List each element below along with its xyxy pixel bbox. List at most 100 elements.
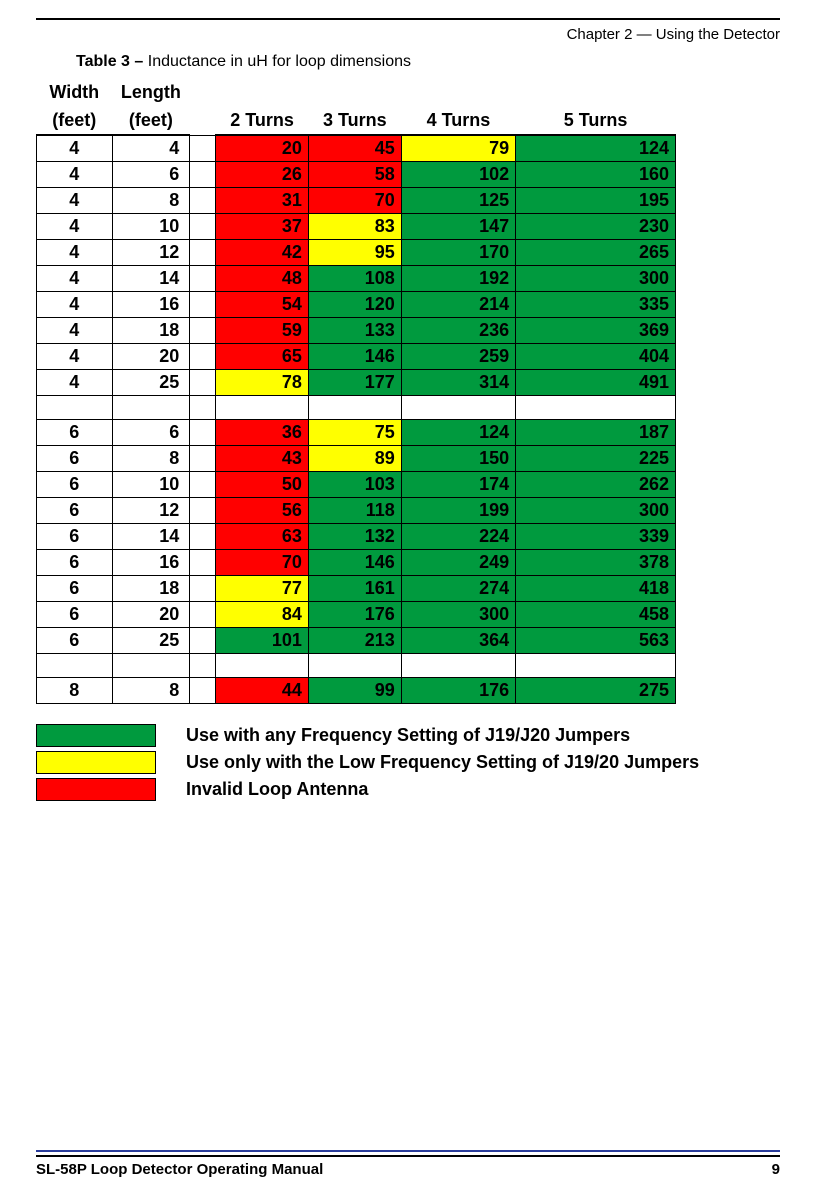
cell-5turns: 225 (516, 446, 676, 472)
cell-width: 4 (37, 162, 113, 188)
cell-4turns: 214 (401, 292, 515, 318)
cell-width: 4 (37, 292, 113, 318)
cell-3turns: 146 (308, 344, 401, 370)
th-2turns: 2 Turns (216, 107, 309, 136)
cell-width: 4 (37, 266, 113, 292)
footer-manual: SL-58P Loop Detector Operating Manual (36, 1161, 323, 1178)
table-row: 42578177314491 (37, 370, 676, 396)
cell-5turns: 339 (516, 524, 676, 550)
cell-5turns: 160 (516, 162, 676, 188)
cell-2turns: 65 (216, 344, 309, 370)
table-row: 41654120214335 (37, 292, 676, 318)
table-row: 61256118199300 (37, 498, 676, 524)
th-width-2: (feet) (37, 107, 113, 136)
cell-width: 4 (37, 135, 113, 162)
table-caption: Table 3 – Inductance in uH for loop dime… (76, 53, 780, 79)
cell-3turns: 108 (308, 266, 401, 292)
cell-2turns: 48 (216, 266, 309, 292)
cell-2turns: 101 (216, 628, 309, 654)
cell-3turns: 75 (308, 420, 401, 446)
cell-width: 6 (37, 628, 113, 654)
cell-5turns: 262 (516, 472, 676, 498)
cell-width: 6 (37, 498, 113, 524)
legend-red-text: Invalid Loop Antenna (186, 779, 368, 800)
cell-2turns: 63 (216, 524, 309, 550)
cell-5turns: 563 (516, 628, 676, 654)
cell-3turns: 120 (308, 292, 401, 318)
table-row: 684389150225 (37, 446, 676, 472)
cell-4turns: 102 (401, 162, 515, 188)
cell-length: 10 (112, 214, 190, 240)
cell-3turns: 213 (308, 628, 401, 654)
cell-length: 14 (112, 266, 190, 292)
cell-4turns: 199 (401, 498, 515, 524)
table-row: 462658102160 (37, 162, 676, 188)
cell-3turns: 133 (308, 318, 401, 344)
cell-width: 4 (37, 370, 113, 396)
cell-4turns: 274 (401, 576, 515, 602)
cell-2turns: 44 (216, 678, 309, 704)
cell-2turns: 54 (216, 292, 309, 318)
footer-page: 9 (772, 1161, 780, 1178)
cell-5turns: 124 (516, 135, 676, 162)
cell-3turns: 99 (308, 678, 401, 704)
table-row: 62084176300458 (37, 602, 676, 628)
cell-length: 20 (112, 602, 190, 628)
cell-5turns: 378 (516, 550, 676, 576)
cell-5turns: 369 (516, 318, 676, 344)
cell-length: 4 (112, 135, 190, 162)
cell-5turns: 195 (516, 188, 676, 214)
table-row: 61877161274418 (37, 576, 676, 602)
cell-2turns: 20 (216, 135, 309, 162)
cell-5turns: 300 (516, 266, 676, 292)
table-row: 884499176275 (37, 678, 676, 704)
cell-length: 25 (112, 370, 190, 396)
th-length-1: Length (112, 79, 190, 107)
cell-5turns: 187 (516, 420, 676, 446)
cell-width: 6 (37, 524, 113, 550)
cell-5turns: 265 (516, 240, 676, 266)
caption-text: Inductance in uH for loop dimensions (143, 53, 411, 70)
cell-5turns: 404 (516, 344, 676, 370)
th-5turns: 5 Turns (516, 107, 676, 136)
cell-4turns: 192 (401, 266, 515, 292)
legend-row-green: Use with any Frequency Setting of J19/J2… (36, 722, 780, 749)
table-row: 4103783147230 (37, 214, 676, 240)
cell-width: 4 (37, 318, 113, 344)
cell-2turns: 37 (216, 214, 309, 240)
cell-width: 6 (37, 550, 113, 576)
chapter-label: Chapter 2 — Using the Detector (36, 20, 780, 53)
cell-5turns: 230 (516, 214, 676, 240)
cell-4turns: 314 (401, 370, 515, 396)
table-row: 4124295170265 (37, 240, 676, 266)
cell-4turns: 174 (401, 472, 515, 498)
cell-3turns: 83 (308, 214, 401, 240)
legend: Use with any Frequency Setting of J19/J2… (36, 722, 780, 803)
cell-4turns: 150 (401, 446, 515, 472)
table-row: 61463132224339 (37, 524, 676, 550)
cell-3turns: 95 (308, 240, 401, 266)
th-length-2: (feet) (112, 107, 190, 136)
cell-4turns: 79 (401, 135, 515, 162)
cell-2turns: 26 (216, 162, 309, 188)
cell-width: 4 (37, 188, 113, 214)
cell-2turns: 31 (216, 188, 309, 214)
table-row (37, 654, 676, 678)
inductance-table: Width Length (feet) (feet) 2 Turns 3 Tur… (36, 79, 676, 704)
cell-3turns: 161 (308, 576, 401, 602)
cell-4turns: 124 (401, 420, 515, 446)
swatch-yellow (36, 751, 156, 774)
cell-length: 18 (112, 318, 190, 344)
table-row: 663675124187 (37, 420, 676, 446)
cell-length: 10 (112, 472, 190, 498)
cell-4turns: 125 (401, 188, 515, 214)
th-3turns: 3 Turns (308, 107, 401, 136)
cell-2turns: 77 (216, 576, 309, 602)
cell-width: 6 (37, 472, 113, 498)
cell-width: 6 (37, 576, 113, 602)
cell-5turns: 335 (516, 292, 676, 318)
cell-3turns: 58 (308, 162, 401, 188)
cell-4turns: 259 (401, 344, 515, 370)
cell-5turns: 418 (516, 576, 676, 602)
cell-length: 20 (112, 344, 190, 370)
